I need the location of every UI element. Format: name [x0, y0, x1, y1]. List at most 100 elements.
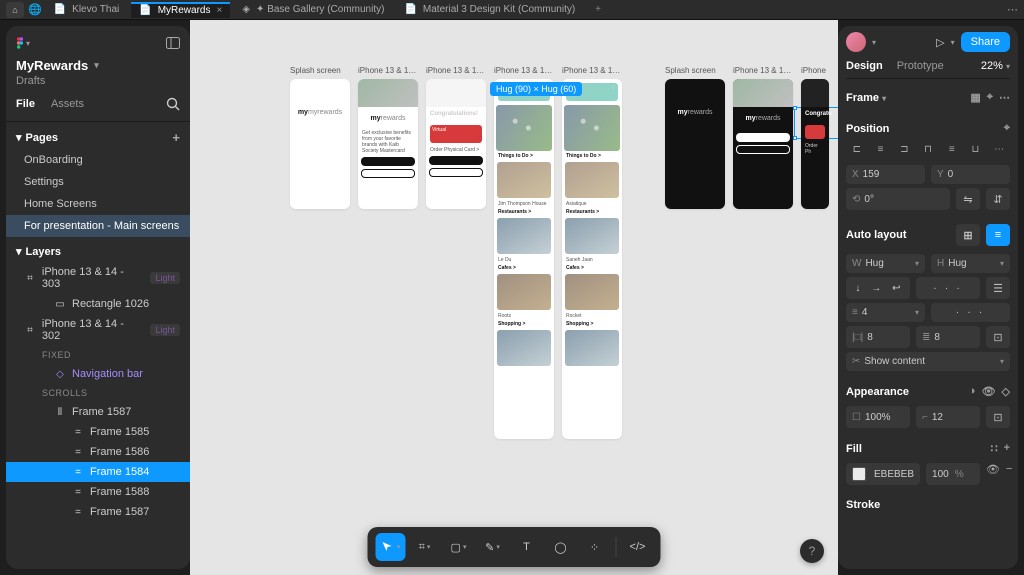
pad-h-input[interactable]: |□|8 — [846, 326, 910, 348]
direction-picker[interactable]: ↓→↩ — [846, 277, 910, 299]
add-fill-icon[interactable]: + — [1004, 442, 1010, 455]
fill-color[interactable]: EBEBEB — [846, 463, 920, 485]
tab-2[interactable]: ◈✦ Base Gallery (Community) — [234, 2, 392, 18]
frame-label[interactable]: iPhone 13 & 1… — [426, 66, 486, 75]
home-button[interactable]: ⌂ — [6, 2, 24, 18]
align-more-icon[interactable]: ⋯ — [988, 139, 1010, 159]
radius-individual-icon[interactable]: ⊡ — [986, 406, 1010, 428]
layer-row[interactable]: ⦀Frame 1587 — [6, 402, 190, 422]
flip-h-icon[interactable]: ⇋ — [956, 188, 980, 210]
al-direction-icon[interactable]: ⊞ — [956, 224, 980, 246]
flip-v-icon[interactable]: ⇵ — [986, 188, 1010, 210]
artboard[interactable]: $5400 Things to Do >Jim Thompson House R… — [494, 79, 554, 439]
overflow-menu-icon[interactable]: ⋯ — [1007, 3, 1018, 16]
close-icon[interactable]: × — [216, 5, 222, 16]
gap-input[interactable]: ≡4▾ — [846, 303, 925, 322]
color-swatch[interactable] — [852, 467, 866, 481]
al-direction-active-icon[interactable]: ≡ — [986, 224, 1010, 246]
align-hcenter-icon[interactable]: ≡ — [870, 139, 892, 159]
component-icon[interactable]: ⌖ — [987, 91, 993, 104]
blend-icon[interactable]: ◑ — [969, 385, 976, 398]
pad-v-input[interactable]: ≣8 — [916, 326, 980, 348]
visibility-icon[interactable]: 👁 — [982, 385, 996, 398]
pad-individual-icon[interactable]: ⊡ — [986, 326, 1010, 348]
fill-opacity[interactable]: 100% — [926, 463, 980, 485]
x-input[interactable]: X159 — [846, 165, 925, 184]
rotation-input[interactable]: ⟲0° — [846, 188, 950, 210]
target-icon[interactable]: ⌖ — [1004, 122, 1010, 135]
fill-remove-icon[interactable]: − — [1006, 463, 1012, 485]
new-tab-button[interactable]: + — [587, 2, 609, 18]
globe-icon[interactable]: 🌐 — [28, 3, 42, 16]
layer-row-selected[interactable]: =Frame 1584 — [6, 462, 190, 482]
actions-tool[interactable]: ⁘ — [580, 533, 610, 561]
frame-label[interactable]: iPhone — [801, 66, 829, 75]
tab-prototype[interactable]: Prototype — [897, 60, 944, 72]
align-bottom-icon[interactable]: ⊔ — [965, 139, 987, 159]
canvas[interactable]: Splash screen mymyrewards iPhone 13 & 1…… — [190, 20, 838, 575]
al-settings-icon[interactable]: ☰ — [986, 277, 1010, 299]
align-top-icon[interactable]: ⊓ — [917, 139, 939, 159]
frame-label[interactable]: Splash screen — [665, 66, 725, 75]
layer-row[interactable]: =Frame 1586 — [6, 442, 190, 462]
layer-row[interactable]: ⌗iPhone 13 & 14 - 303Light — [6, 262, 190, 294]
artboard[interactable]: myrewardsGet exclusive benefits from you… — [358, 79, 418, 209]
layer-row[interactable]: =Frame 1585 — [6, 422, 190, 442]
grid-icon[interactable]: ▦ — [970, 91, 980, 104]
layer-row[interactable]: ◇Navigation bar — [6, 364, 190, 384]
layer-row[interactable]: =Frame 1587 — [6, 502, 190, 522]
avatar[interactable] — [846, 32, 866, 52]
add-page-icon[interactable]: + — [172, 130, 180, 145]
page-item[interactable]: OnBoarding — [6, 149, 190, 171]
search-icon[interactable] — [166, 97, 180, 111]
page-item[interactable]: Settings — [6, 171, 190, 193]
tab-3[interactable]: 📄Material 3 Design Kit (Community) — [396, 2, 583, 18]
file-title[interactable]: MyRewards▾ — [6, 58, 190, 73]
tab-design[interactable]: Design — [846, 60, 883, 72]
frame-label[interactable]: iPhone 13 & 1… — [733, 66, 793, 75]
artboard[interactable]: $5400 Things to Do >Asiatique Restaurant… — [562, 79, 622, 439]
layer-row[interactable]: ▭Rectangle 1026 — [6, 294, 190, 314]
width-mode[interactable]: WHug▾ — [846, 254, 925, 273]
artboard[interactable]: myrewards — [733, 79, 793, 209]
comment-tool[interactable]: ◯ — [546, 533, 576, 561]
zoom-control[interactable]: 22% ▾ — [981, 60, 1010, 72]
align-vcenter-icon[interactable]: ≡ — [941, 139, 963, 159]
export-icon[interactable]: ◇ — [1002, 385, 1010, 398]
frame-label[interactable]: iPhone 13 & 1… — [494, 66, 554, 75]
layer-row[interactable]: =Frame 1588 — [6, 482, 190, 502]
tab-assets[interactable]: Assets — [51, 98, 84, 110]
more-icon[interactable]: ⋯ — [999, 91, 1010, 104]
text-tool[interactable]: T — [512, 533, 542, 561]
artboard[interactable]: myrewards — [665, 79, 725, 209]
radius-input[interactable]: ⌐12 — [916, 406, 980, 428]
opacity-input[interactable]: ☐100% — [846, 406, 910, 428]
tab-file[interactable]: File — [16, 98, 35, 110]
file-location[interactable]: Drafts — [6, 75, 190, 87]
alignment-grid[interactable]: ∙ ∙ ∙ — [916, 277, 980, 299]
frame-label[interactable]: Splash screen — [290, 66, 350, 75]
artboard[interactable]: mymyrewards — [290, 79, 350, 209]
alignment-grid-2[interactable]: ∙ ∙ ∙ — [931, 303, 1010, 322]
pen-tool[interactable]: ✎▾ — [478, 533, 508, 561]
page-item[interactable]: Home Screens — [6, 193, 190, 215]
frame-section-header[interactable]: Frame ▾ ▦⌖⋯ — [846, 87, 1010, 108]
frame-label[interactable]: iPhone 13 & 1… — [358, 66, 418, 75]
figma-menu-button[interactable]: ▾ — [16, 36, 30, 50]
clip-content[interactable]: ✂Show content▾ — [846, 352, 1010, 371]
present-icon[interactable]: ▷ — [936, 36, 944, 49]
artboard[interactable]: CongratuOrder Ph — [801, 79, 829, 209]
y-input[interactable]: Y0 — [931, 165, 1010, 184]
pages-header[interactable]: ▾Pages + — [6, 122, 190, 149]
move-tool[interactable]: ▾ — [376, 533, 406, 561]
align-left-icon[interactable]: ⊏ — [846, 139, 868, 159]
share-button[interactable]: Share — [961, 32, 1010, 52]
height-mode[interactable]: HHug▾ — [931, 254, 1010, 273]
fill-visibility-icon[interactable]: 👁 — [986, 463, 1000, 485]
frame-label[interactable]: iPhone 13 & 1… — [562, 66, 622, 75]
layers-header[interactable]: ▾Layers — [6, 237, 190, 262]
panel-toggle-icon[interactable] — [166, 37, 180, 49]
layer-row[interactable]: ⌗iPhone 13 & 14 - 302Light — [6, 314, 190, 346]
styles-icon[interactable]: ∷ — [991, 442, 998, 455]
frame-tool[interactable]: ⌗▾ — [410, 533, 440, 561]
